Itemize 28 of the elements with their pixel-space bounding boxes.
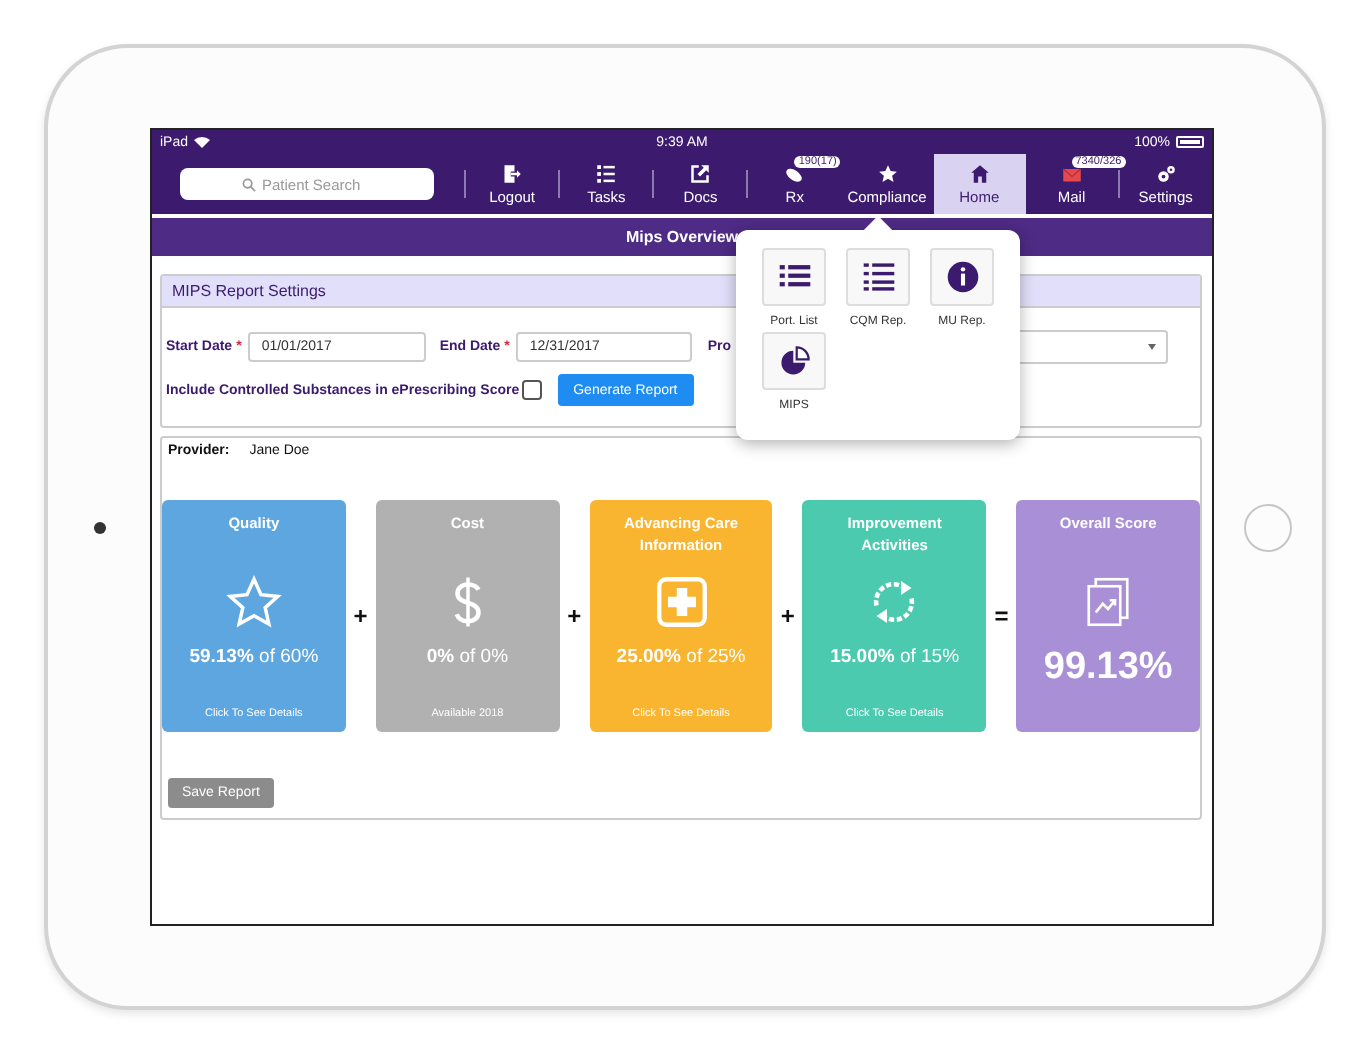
operator: + xyxy=(351,602,370,630)
list-icon xyxy=(596,163,617,183)
checkbox[interactable] xyxy=(521,380,542,400)
operator: + xyxy=(778,602,797,630)
info-icon xyxy=(945,260,979,294)
operator: + xyxy=(565,602,584,630)
card-score: 0% of 0% xyxy=(426,646,509,668)
card-score: 59.13% of 60% xyxy=(189,646,319,668)
caret-icon xyxy=(1148,344,1156,350)
list-icon xyxy=(861,260,895,294)
gears-icon xyxy=(1155,163,1176,183)
envelope-icon xyxy=(1061,163,1082,183)
pie-chart-icon xyxy=(777,344,811,378)
plus-square-icon xyxy=(653,574,709,630)
star-icon xyxy=(877,163,897,183)
card-score: 15.00% of 15% xyxy=(830,646,960,668)
camera xyxy=(94,521,106,533)
external-link-icon xyxy=(690,163,711,183)
card-score: 25.00% of 25% xyxy=(616,646,746,668)
star-outline-icon xyxy=(225,574,282,630)
logout-icon xyxy=(502,163,523,183)
pill-icon xyxy=(784,163,805,183)
home-icon xyxy=(969,163,990,183)
search-icon xyxy=(242,178,256,192)
operator: = xyxy=(992,602,1011,630)
battery-icon xyxy=(1176,136,1204,148)
wifi-icon xyxy=(194,136,211,148)
total-score: 99.13% xyxy=(1043,646,1173,690)
